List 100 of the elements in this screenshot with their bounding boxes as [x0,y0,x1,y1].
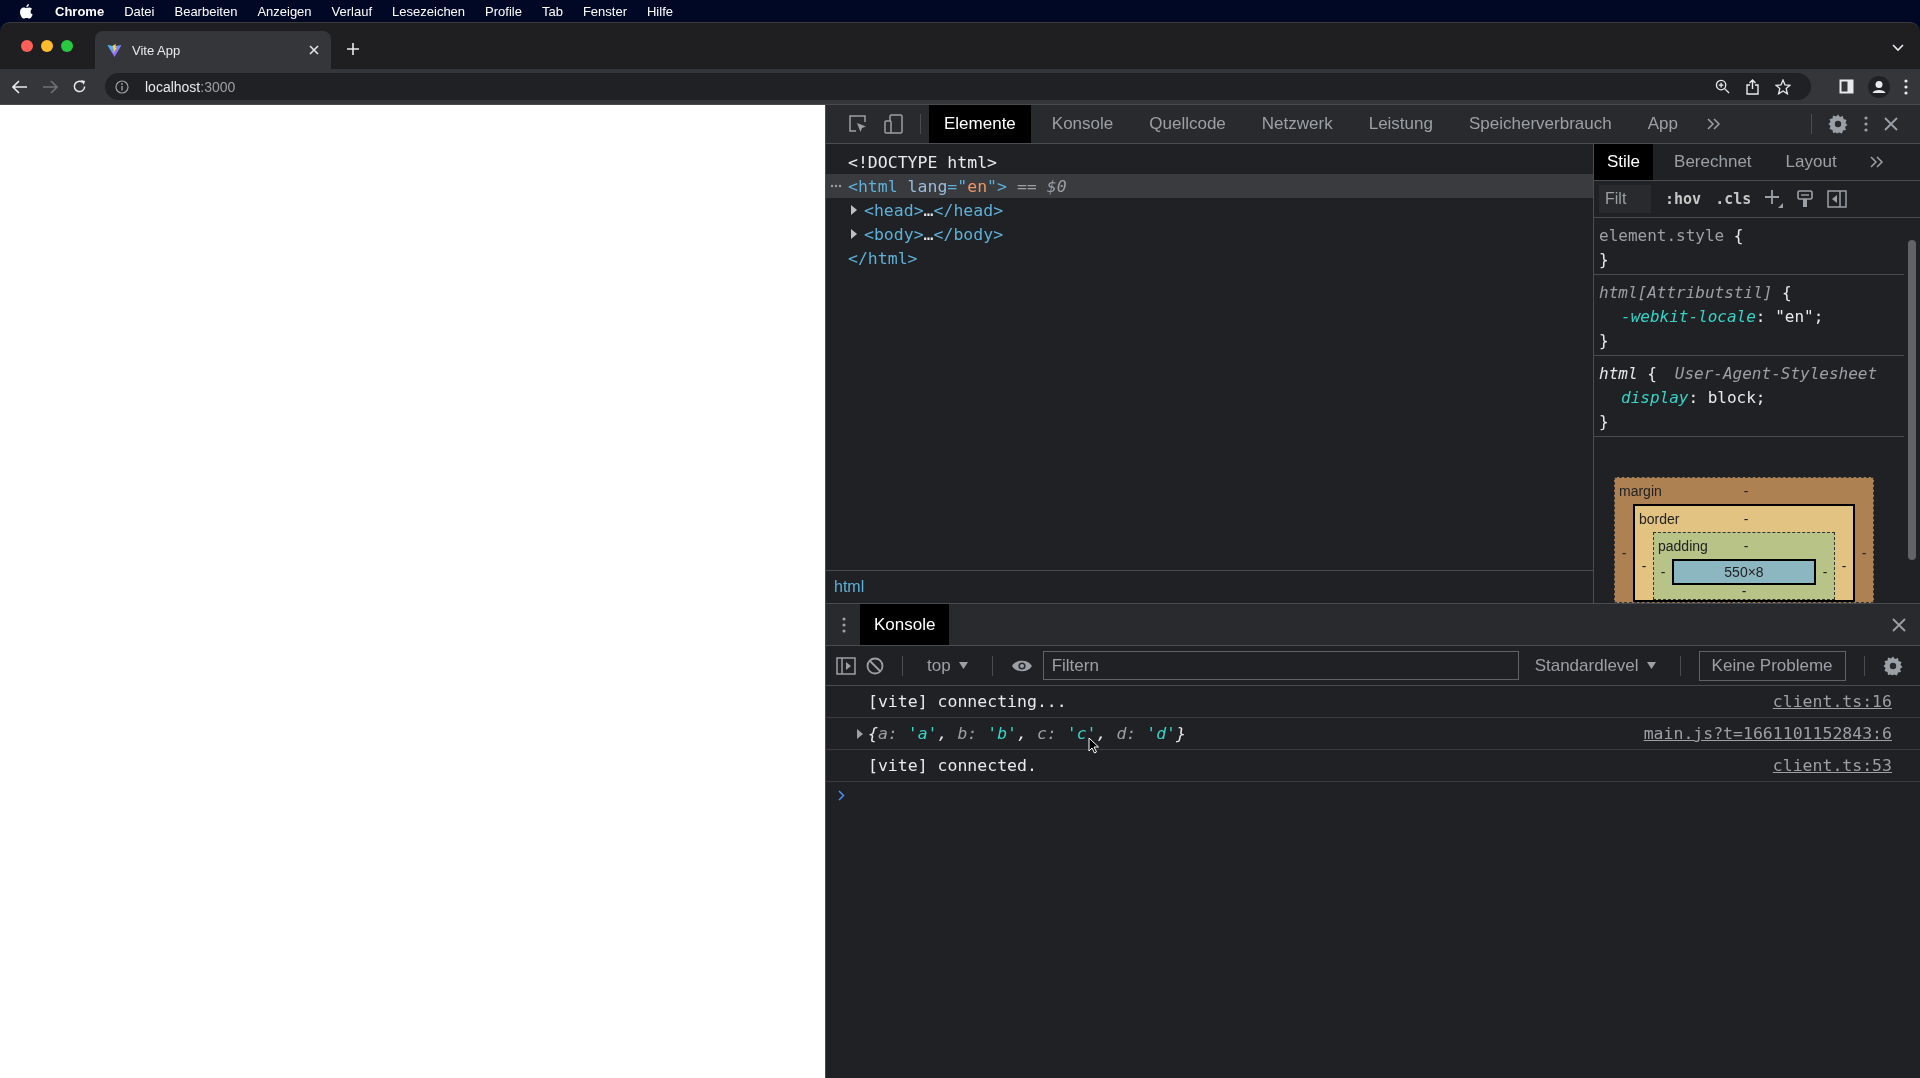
info-icon[interactable] [115,79,129,94]
box-value: - [1743,483,1749,499]
styles-tab[interactable]: Stile [1594,144,1654,180]
menu-item[interactable]: Lesezeichen [392,3,466,19]
dom-tree-row[interactable]: <!DOCTYPE html> [826,150,1593,174]
scrollbar[interactable] [1908,240,1916,560]
devtools-tab[interactable]: Leistung [1353,105,1448,143]
dom-node[interactable]: <head>…</head> [864,200,1004,220]
plus-icon[interactable] [1765,190,1784,208]
dom-tree-row[interactable]: <html lang="en"> == $0 [826,174,1593,198]
eye-icon[interactable] [1010,658,1033,673]
close-icon[interactable] [1892,617,1906,632]
sidebar-toggle-icon[interactable] [1827,190,1848,208]
devtools-tab[interactable]: Speicherverbrauch [1453,105,1627,143]
share-icon[interactable] [1746,78,1759,95]
caret-icon [958,662,968,669]
menu-item[interactable]: Chrome [55,3,105,19]
dom-node[interactable]: </html> [848,248,918,268]
browser-tab[interactable]: Vite App [95,31,331,69]
menu-item[interactable]: Verlauf [331,3,373,19]
maximize-window-icon[interactable] [61,40,73,52]
closing-brace: } [1599,411,1609,431]
menu-item[interactable]: Tab [541,3,563,19]
dom-tree-row[interactable]: <head>…</head> [826,198,1593,222]
box-label: border [1639,511,1680,527]
source-link[interactable]: client.ts:16 [1772,692,1892,711]
box-label: margin [1619,483,1662,499]
devtools-tab[interactable]: Elemente [929,105,1031,143]
stylesheet-source: User-Agent-Stylesheet [1674,363,1878,383]
devtools-tab[interactable]: Netzwerk [1246,105,1348,143]
css-declaration[interactable]: display: block; [1621,387,1766,407]
minimize-window-icon[interactable] [41,40,53,52]
devtools-tab[interactable]: Quellcode [1134,105,1241,143]
source-link[interactable]: client.ts:53 [1772,756,1892,775]
star-icon[interactable] [1775,78,1791,95]
menu-item[interactable]: Hilfe [647,3,673,19]
dom-tree-row[interactable]: </html> [826,246,1593,270]
box-label: padding [1658,538,1708,554]
plus-icon[interactable] [347,43,359,55]
menu-item[interactable]: Profile [485,3,522,19]
drawer-tab[interactable]: Konsole [860,604,950,645]
side-panel-icon[interactable] [1839,79,1854,94]
content-box: 550×8 [1672,559,1816,585]
css-selector: html[Attributstil] { [1599,282,1792,302]
clear-icon[interactable] [866,656,884,675]
css-selector: element.style { [1599,225,1744,245]
zoom-icon[interactable] [1715,79,1730,94]
console-message[interactable]: {a: 'a', b: 'b', c: 'c', d: 'd'} [868,724,1186,743]
menu-item[interactable]: Bearbeiten [174,3,238,19]
dom-tree-row[interactable]: <body>…</body> [826,222,1593,246]
more-icon[interactable] [1864,116,1868,132]
box-value: - [1743,538,1749,554]
settings-icon[interactable] [1882,655,1903,676]
apple-icon[interactable] [20,3,33,19]
css-declaration[interactable]: -webkit-locale: "en"; [1621,306,1824,326]
devtools-tab[interactable]: Konsole [1036,105,1129,143]
devtools-tab[interactable]: App [1632,105,1693,143]
close-icon[interactable] [1884,117,1898,131]
chevron-down-icon[interactable] [1892,44,1904,52]
address-bar[interactable]: localhost:3000 [105,73,1811,100]
more-icon[interactable] [842,616,846,633]
filter-field[interactable]: Filt [1599,185,1651,213]
styles-tab[interactable]: Layout [1772,144,1850,180]
more-tabs-icon[interactable] [1869,156,1884,168]
expand-triangle-icon[interactable] [850,205,858,215]
menu-item[interactable]: Datei [124,3,155,19]
caret-icon [1646,662,1656,669]
breadcrumb-item[interactable]: html [834,578,865,596]
dom-node[interactable]: <html lang="en"> == $0 [848,176,1067,196]
console-message: [vite] connected. [868,756,1037,775]
css-selector: html { [1599,363,1657,383]
device-icon[interactable] [884,114,904,134]
back-arrow-icon[interactable] [12,79,28,94]
settings-icon[interactable] [1828,114,1848,134]
cls-button[interactable]: .cls [1715,190,1752,208]
console-message: [vite] connecting... [868,692,1067,711]
more-tabs-icon[interactable] [1706,118,1721,130]
dom-node[interactable]: <body>…</body> [864,224,1004,244]
menu-item[interactable]: Fenster [582,3,627,19]
menu-item[interactable]: Anzeigen [257,3,312,19]
expand-triangle-icon[interactable] [850,229,858,239]
sidebar-toggle-icon[interactable] [836,656,856,675]
more-icon[interactable] [1904,78,1908,95]
level-dropdown[interactable]: Standardlevel [1528,655,1662,676]
hov-button[interactable]: :hov [1665,190,1702,208]
profile-icon[interactable] [1868,75,1890,98]
box-value: - [1860,545,1868,561]
styles-tab[interactable]: Berechnet [1661,144,1765,180]
context-dropdown[interactable]: top [921,655,974,676]
mouse-cursor-icon [1088,737,1100,754]
expand-triangle-icon[interactable] [856,728,864,739]
box-value: - [1640,558,1648,574]
source-link[interactable]: main.js?t=1661101152843:6 [1643,724,1892,743]
filter-field[interactable]: Filtern [1042,651,1519,680]
close-window-icon[interactable] [21,40,33,52]
reload-icon[interactable] [72,79,87,94]
paint-roller-icon[interactable] [1797,190,1814,208]
inspect-icon[interactable] [848,114,868,134]
dom-node[interactable]: <!DOCTYPE html> [848,152,997,172]
issues-button[interactable]: Keine Probleme [1698,650,1846,681]
